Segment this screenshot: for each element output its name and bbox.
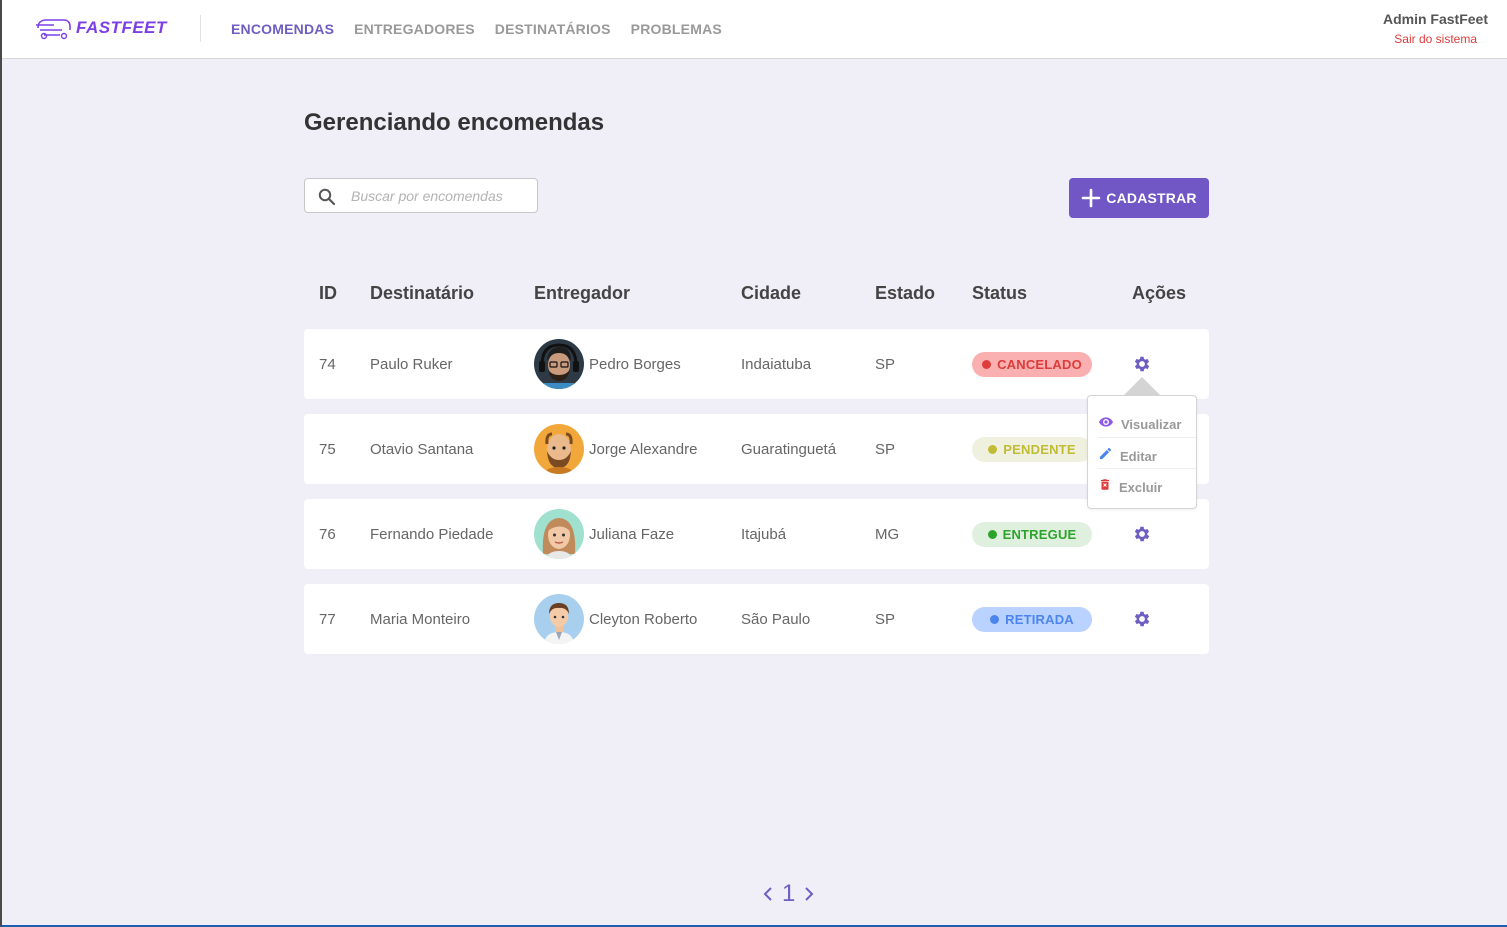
cell-city: Itajubá bbox=[741, 525, 787, 543]
column-header-state: Estado bbox=[875, 283, 936, 303]
cell-courier: Cleyton Roberto bbox=[534, 584, 697, 654]
pencil-icon bbox=[1099, 447, 1112, 460]
menu-item-delete-label: Excluir bbox=[1119, 479, 1163, 495]
column-header-recipient: Destinatário bbox=[370, 283, 475, 303]
cell-id: 77 bbox=[319, 610, 336, 628]
cell-status: PENDENTE bbox=[972, 414, 1092, 484]
search-box[interactable] bbox=[304, 178, 538, 213]
row-menu-arrow bbox=[1123, 377, 1161, 396]
cell-city: Guaratinguetá bbox=[741, 440, 837, 458]
chevron-left-icon[interactable] bbox=[762, 885, 774, 903]
menu-item-edit[interactable]: Editar bbox=[1098, 438, 1188, 469]
cell-courier: Juliana Faze bbox=[534, 499, 674, 569]
cell-city: São Paulo bbox=[741, 610, 811, 628]
pagination: 1 bbox=[762, 880, 815, 908]
status-badge: PENDENTE bbox=[972, 436, 1092, 462]
cell-recipient: Paulo Ruker bbox=[370, 355, 453, 373]
status-label: CANCELADO bbox=[997, 356, 1082, 372]
page-title: Gerenciando encomendas bbox=[304, 109, 605, 136]
logo[interactable]: FASTFEET bbox=[34, 16, 167, 40]
header-divider bbox=[200, 15, 201, 42]
cell-state: SP bbox=[875, 610, 896, 628]
gear-icon[interactable] bbox=[1132, 524, 1152, 544]
chevron-right-icon[interactable] bbox=[803, 885, 815, 903]
table-row: 75 Otavio Santana Jorge Alexandre Guarat… bbox=[304, 414, 1209, 484]
status-badge: RETIRADA bbox=[972, 606, 1092, 632]
row-action-menu: Visualizar Editar Excluir bbox=[1087, 395, 1197, 509]
status-label: ENTREGUE bbox=[1002, 526, 1077, 542]
menu-item-edit-label: Editar bbox=[1120, 448, 1157, 464]
cell-actions bbox=[1132, 499, 1152, 569]
courier-avatar bbox=[534, 339, 584, 389]
eye-icon bbox=[1099, 416, 1113, 427]
gear-icon[interactable] bbox=[1132, 609, 1152, 629]
column-header-status: Status bbox=[972, 283, 1028, 303]
register-button[interactable]: CADASTRAR bbox=[1069, 178, 1209, 218]
status-badge: ENTREGUE bbox=[972, 521, 1092, 547]
column-header-actions: Ações bbox=[1132, 283, 1187, 303]
nav-item-encomendas[interactable]: ENCOMENDAS bbox=[231, 21, 334, 37]
status-dot bbox=[987, 529, 997, 539]
courier-name: Pedro Borges bbox=[589, 355, 681, 373]
cell-state: SP bbox=[875, 355, 896, 373]
cell-id: 76 bbox=[319, 525, 336, 543]
menu-item-view-label: Visualizar bbox=[1121, 416, 1182, 432]
search-icon bbox=[318, 188, 336, 206]
status-dot bbox=[982, 359, 992, 369]
nav-item-problemas[interactable]: PROBLEMAS bbox=[631, 21, 722, 37]
status-label: RETIRADA bbox=[1005, 611, 1074, 627]
logout-link[interactable]: Sair do sistema bbox=[1383, 32, 1477, 46]
truck-logo-icon bbox=[36, 19, 71, 40]
main-nav: ENCOMENDAS ENTREGADORES DESTINATÁRIOS PR… bbox=[231, 21, 722, 37]
menu-item-view[interactable]: Visualizar bbox=[1098, 406, 1188, 437]
cell-state: SP bbox=[875, 440, 896, 458]
gear-icon[interactable] bbox=[1132, 354, 1152, 374]
cell-status: RETIRADA bbox=[972, 584, 1092, 654]
cell-courier: Pedro Borges bbox=[534, 329, 681, 399]
cell-recipient: Maria Monteiro bbox=[370, 610, 471, 628]
courier-avatar bbox=[534, 509, 584, 559]
register-button-label: CADASTRAR bbox=[1106, 190, 1197, 206]
cell-status: ENTREGUE bbox=[972, 499, 1092, 569]
courier-name: Cleyton Roberto bbox=[589, 610, 698, 628]
table-row: 74 Paulo Ruker Pedro Borges Indaiatuba S… bbox=[304, 329, 1209, 399]
courier-name: Jorge Alexandre bbox=[589, 440, 698, 458]
nav-item-entregadores[interactable]: ENTREGADORES bbox=[354, 21, 475, 37]
status-badge: CANCELADO bbox=[972, 351, 1092, 377]
table-row: 76 Fernando Piedade Juliana Faze Itajubá… bbox=[304, 499, 1209, 569]
column-header-city: Cidade bbox=[741, 283, 802, 303]
cell-id: 74 bbox=[319, 355, 336, 373]
logo-text: FASTFEET bbox=[76, 18, 167, 37]
user-name: Admin FastFeet bbox=[1382, 11, 1488, 27]
courier-avatar bbox=[534, 594, 584, 644]
column-header-courier: Entregador bbox=[534, 283, 631, 303]
courier-name: Juliana Faze bbox=[589, 525, 675, 543]
top-header: FASTFEET ENCOMENDAS ENTREGADORES DESTINA… bbox=[2, 0, 1507, 59]
status-dot bbox=[988, 444, 998, 454]
status-label: PENDENTE bbox=[1003, 441, 1076, 457]
cell-courier: Jorge Alexandre bbox=[534, 414, 697, 484]
status-dot bbox=[990, 614, 1000, 624]
cell-actions bbox=[1132, 584, 1152, 654]
menu-item-delete[interactable]: Excluir bbox=[1098, 469, 1188, 500]
plus-icon bbox=[1081, 188, 1101, 208]
cell-city: Indaiatuba bbox=[741, 355, 812, 373]
cell-state: MG bbox=[875, 525, 900, 543]
search-input[interactable] bbox=[351, 179, 531, 212]
cell-id: 75 bbox=[319, 440, 336, 458]
courier-avatar bbox=[534, 424, 584, 474]
cell-recipient: Fernando Piedade bbox=[370, 525, 494, 543]
user-info: Admin FastFeet Sair do sistema bbox=[1383, 11, 1488, 46]
nav-item-destinatarios[interactable]: DESTINATÁRIOS bbox=[495, 21, 611, 37]
cell-status: CANCELADO bbox=[972, 329, 1092, 399]
current-page[interactable]: 1 bbox=[782, 880, 795, 908]
table-row: 77 Maria Monteiro Cleyton Roberto São Pa… bbox=[304, 584, 1209, 654]
cell-recipient: Otavio Santana bbox=[370, 440, 474, 458]
column-header-id: ID bbox=[319, 283, 337, 303]
trash-icon bbox=[1100, 479, 1110, 490]
